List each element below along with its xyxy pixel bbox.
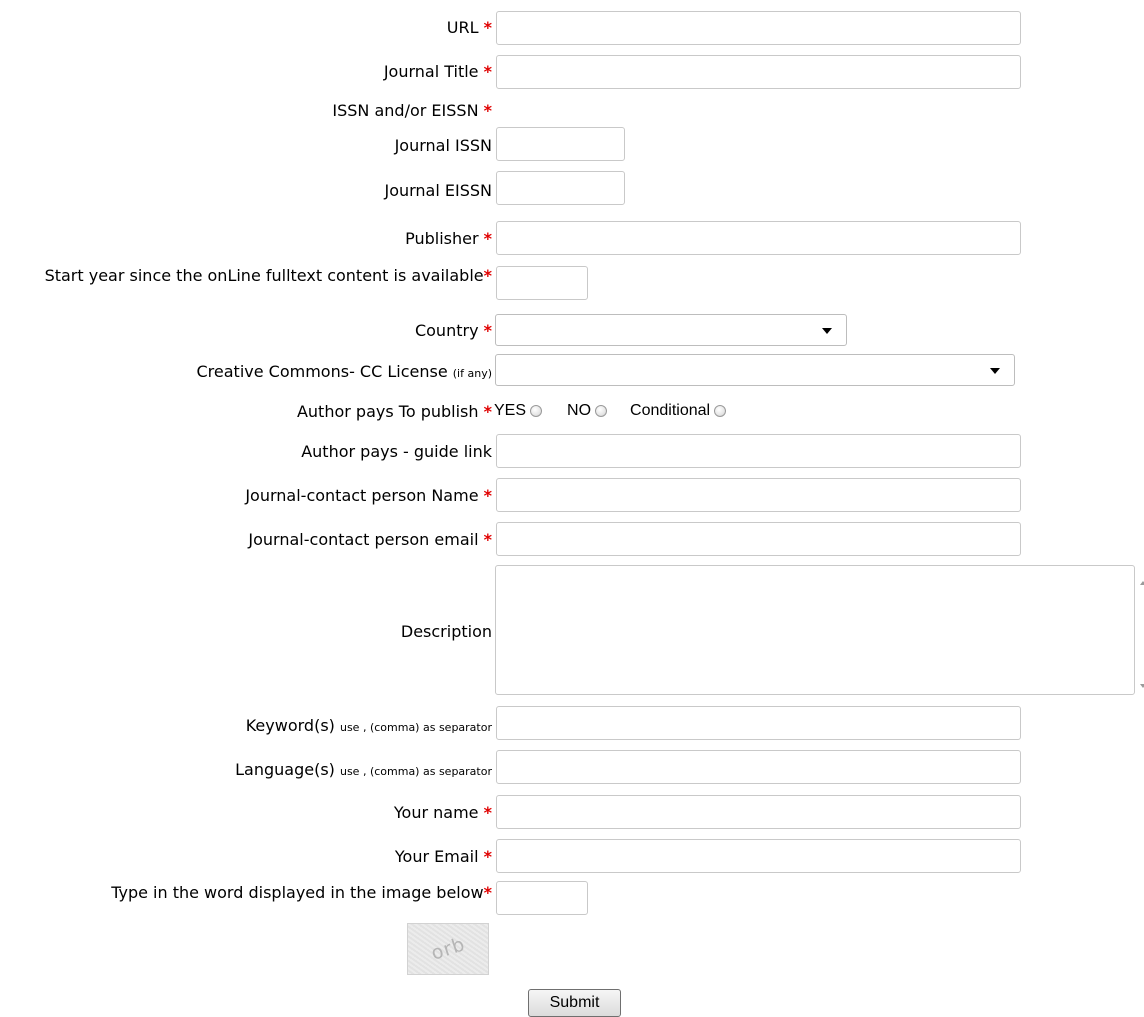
description-textarea[interactable]: [495, 565, 1135, 695]
author-pays-yes-label: YES: [494, 402, 527, 419]
your-name-label: Your name *: [393, 803, 492, 822]
languages-input[interactable]: [496, 750, 1021, 784]
required-mark: *: [483, 321, 492, 340]
start-year-input[interactable]: [496, 266, 588, 300]
journal-title-input[interactable]: [496, 55, 1021, 89]
keywords-label: Keyword(s) use , (comma) as separator: [245, 716, 492, 735]
journal-eissn-label: Journal EISSN: [384, 181, 492, 200]
cc-license-select[interactable]: [495, 354, 1015, 386]
cc-license-hint: (if any): [452, 367, 492, 380]
journal-issn-input[interactable]: [496, 127, 625, 161]
keywords-hint: use , (comma) as separator: [339, 721, 492, 734]
country-select[interactable]: [495, 314, 847, 346]
captcha-label: Type in the word displayed in the image …: [111, 883, 492, 902]
description-label: Description: [400, 622, 492, 641]
journal-eissn-input[interactable]: [496, 171, 625, 205]
author-pays-guide-label: Author pays - guide link: [301, 442, 492, 461]
author-pays-conditional-label: Conditional: [630, 402, 711, 419]
your-email-label: Your Email *: [394, 847, 492, 866]
languages-label: Language(s) use , (comma) as separator: [235, 760, 492, 779]
publisher-label: Publisher *: [405, 229, 492, 248]
author-pays-no-label: NO: [567, 402, 592, 419]
submit-button[interactable]: Submit: [528, 989, 621, 1017]
languages-hint: use , (comma) as separator: [339, 765, 492, 778]
required-mark: *: [483, 101, 492, 120]
required-mark: *: [483, 229, 492, 248]
required-mark: *: [483, 883, 492, 902]
chevron-down-icon: [822, 328, 832, 334]
cc-license-label: Creative Commons- CC License (if any): [196, 362, 493, 381]
required-mark: *: [483, 402, 492, 421]
required-mark: *: [483, 803, 492, 822]
url-label: URL *: [446, 18, 492, 37]
required-mark: *: [483, 530, 492, 549]
scroll-down-icon[interactable]: [1140, 684, 1144, 688]
contact-name-label: Journal-contact person Name *: [245, 486, 492, 505]
start-year-label: Start year since the onLine fulltext con…: [44, 266, 492, 285]
publisher-input[interactable]: [496, 221, 1021, 255]
issn-group-label: ISSN and/or EISSN *: [332, 101, 492, 120]
required-mark: *: [483, 847, 492, 866]
scroll-up-icon[interactable]: [1140, 581, 1144, 585]
keywords-input[interactable]: [496, 706, 1021, 740]
journal-title-label: Journal Title *: [383, 62, 492, 81]
author-pays-options: YES NO Conditional: [494, 400, 727, 422]
captcha-image: orb: [407, 923, 489, 975]
journal-issn-label: Journal ISSN: [394, 136, 492, 155]
required-mark: *: [483, 62, 492, 81]
author-pays-conditional-radio[interactable]: [714, 405, 727, 417]
your-name-input[interactable]: [496, 795, 1021, 829]
url-input[interactable]: [496, 11, 1021, 45]
author-pays-label: Author pays To publish *: [296, 402, 492, 421]
required-mark: *: [483, 18, 492, 37]
your-email-input[interactable]: [496, 839, 1021, 873]
country-label: Country *: [414, 321, 492, 340]
captcha-word: orb: [428, 933, 468, 965]
captcha-input[interactable]: [496, 881, 588, 915]
author-pays-no-radio[interactable]: [595, 405, 608, 417]
contact-email-input[interactable]: [496, 522, 1021, 556]
author-pays-yes-radio[interactable]: [530, 405, 543, 417]
required-mark: *: [483, 486, 492, 505]
required-mark: *: [483, 266, 492, 285]
chevron-down-icon: [990, 368, 1000, 374]
author-pays-guide-input[interactable]: [496, 434, 1021, 468]
contact-name-input[interactable]: [496, 478, 1021, 512]
contact-email-label: Journal-contact person email *: [248, 530, 492, 549]
